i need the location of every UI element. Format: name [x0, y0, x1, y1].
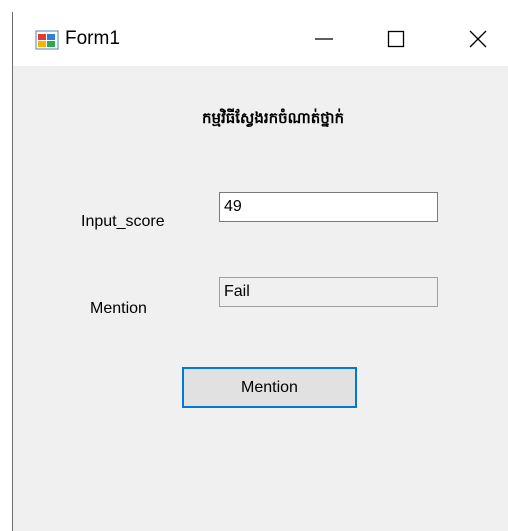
maximize-icon [387, 30, 405, 48]
form-heading: កម្មវិធីស្វែងរកចំណាត់ថ្នាក់ [201, 109, 345, 127]
mention-label: Mention [90, 300, 147, 317]
input-score-field[interactable] [219, 192, 438, 222]
mention-output-field[interactable] [219, 277, 438, 307]
maximize-button[interactable] [373, 12, 419, 66]
mention-button[interactable]: Mention [182, 367, 357, 408]
close-icon [469, 30, 487, 48]
app-window: Form1 កម្មវិធីស្វែងរកចំណាត់ថ្នាក់ Input_… [12, 12, 508, 531]
close-button[interactable] [455, 12, 501, 66]
window-title: Form1 [65, 28, 120, 49]
title-bar[interactable]: Form1 [13, 12, 508, 66]
input-score-label: Input_score [81, 213, 165, 230]
minimize-icon [315, 38, 333, 40]
winforms-app-icon [35, 30, 59, 50]
minimize-button[interactable] [301, 12, 347, 66]
